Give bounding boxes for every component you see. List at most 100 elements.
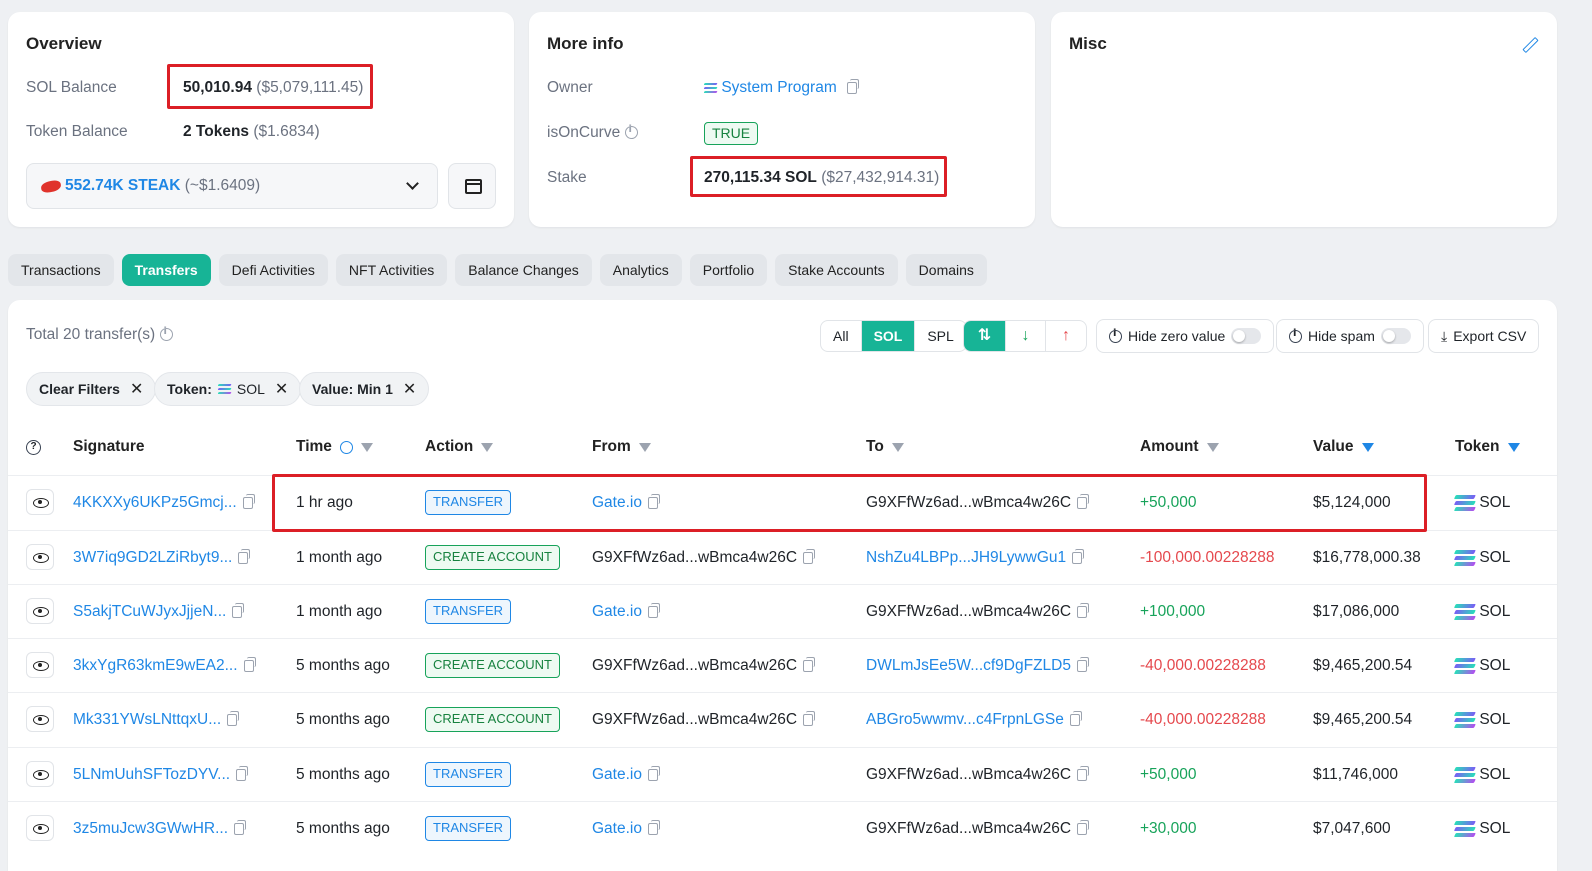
direction-in-button[interactable]: ↓ <box>1006 321 1046 351</box>
owner-value[interactable]: System Program <box>703 78 860 97</box>
hide-spam-switch[interactable] <box>1380 328 1411 344</box>
signature-link[interactable]: S5akjTCuWJyxJjjeN... <box>73 585 245 639</box>
eye-icon[interactable] <box>26 652 54 678</box>
filter-icon[interactable] <box>638 442 651 452</box>
from-cell[interactable]: G9XFfWz6ad...wBmca4w26C <box>592 639 816 693</box>
copy-icon[interactable] <box>1077 819 1090 835</box>
edit-pencil-icon[interactable] <box>1522 36 1539 54</box>
clear-filters-chip[interactable]: Clear Filters ✕ <box>26 372 157 406</box>
from-text[interactable]: G9XFfWz6ad...wBmca4w26C <box>592 711 797 728</box>
copy-icon[interactable] <box>803 656 816 672</box>
copy-icon[interactable] <box>1069 710 1082 726</box>
copy-icon[interactable] <box>647 819 660 835</box>
filter-icon[interactable] <box>481 442 494 452</box>
copy-icon[interactable] <box>1077 765 1090 781</box>
hide-zero-toggle[interactable]: Hide zero value <box>1096 319 1275 353</box>
direction-both-button[interactable]: ⇅ <box>964 321 1006 351</box>
tab-stake-accounts[interactable]: Stake Accounts <box>775 254 898 286</box>
filter-icon[interactable] <box>891 442 904 452</box>
tab-portfolio[interactable]: Portfolio <box>689 254 768 286</box>
copy-icon[interactable] <box>1077 602 1090 618</box>
clock-icon[interactable] <box>339 440 353 454</box>
tab-domains[interactable]: Domains <box>905 254 987 286</box>
tab-defi-activities[interactable]: Defi Activities <box>218 254 328 286</box>
to-text[interactable]: G9XFfWz6ad...wBmca4w26C <box>866 603 1071 620</box>
from-text[interactable]: G9XFfWz6ad...wBmca4w26C <box>592 657 797 674</box>
signature-text[interactable]: Mk331YWsLNttqxU... <box>73 711 221 728</box>
signature-text[interactable]: 5LNmUuhSFTozDYV... <box>73 766 230 783</box>
filter-sol[interactable]: SOL <box>861 321 916 351</box>
export-csv-button[interactable]: ⤓ Export CSV <box>1428 319 1540 353</box>
tab-transactions[interactable]: Transactions <box>8 254 114 286</box>
eye-icon[interactable] <box>26 815 54 841</box>
to-text[interactable]: G9XFfWz6ad...wBmca4w26C <box>866 766 1071 783</box>
signature-link[interactable]: 4KKXXy6UKPz5Gmcj... <box>73 476 255 530</box>
filter-spl[interactable]: SPL <box>915 321 965 351</box>
to-cell[interactable]: ABGro5wwmv...c4FrpnLGSe <box>866 693 1082 747</box>
tab-nft-activities[interactable]: NFT Activities <box>335 254 448 286</box>
filter-active-icon[interactable] <box>1507 442 1520 452</box>
filter-all[interactable]: All <box>821 321 862 351</box>
copy-icon[interactable] <box>234 819 247 835</box>
signature-text[interactable]: S5akjTCuWJyxJjjeN... <box>73 603 226 620</box>
from-cell[interactable]: G9XFfWz6ad...wBmca4w26C <box>592 693 816 747</box>
tab-analytics[interactable]: Analytics <box>599 254 682 286</box>
copy-icon[interactable] <box>803 710 816 726</box>
info-icon[interactable] <box>624 124 638 140</box>
eye-icon[interactable] <box>26 761 54 787</box>
to-text[interactable]: NshZu4LBPp...JH9LywwGu1 <box>866 549 1066 566</box>
wallet-button[interactable] <box>448 163 496 209</box>
from-cell[interactable]: Gate.io <box>592 802 660 856</box>
from-cell[interactable]: Gate.io <box>592 748 660 802</box>
eye-icon[interactable] <box>26 706 54 732</box>
copy-icon[interactable] <box>238 548 251 564</box>
signature-link[interactable]: 3kxYgR63kmE9wEA2... <box>73 639 256 693</box>
copy-icon[interactable] <box>236 765 249 781</box>
copy-icon[interactable] <box>243 656 256 672</box>
to-text[interactable]: DWLmJsEe5W...cf9DgFZLD5 <box>866 657 1071 674</box>
eye-icon[interactable] <box>26 544 54 570</box>
owner-link[interactable]: System Program <box>721 79 836 96</box>
tab-balance-changes[interactable]: Balance Changes <box>455 254 592 286</box>
signature-link[interactable]: Mk331YWsLNttqxU... <box>73 693 240 747</box>
signature-text[interactable]: 3W7iq9GD2LZiRbyt9... <box>73 549 232 566</box>
close-icon[interactable]: ✕ <box>403 379 416 399</box>
copy-icon[interactable] <box>647 602 660 618</box>
close-icon[interactable]: ✕ <box>275 379 288 399</box>
copy-icon[interactable] <box>232 602 245 618</box>
from-text[interactable]: G9XFfWz6ad...wBmca4w26C <box>592 549 797 566</box>
signature-link[interactable]: 3W7iq9GD2LZiRbyt9... <box>73 531 251 585</box>
copy-icon[interactable] <box>242 493 255 509</box>
filter-active-icon[interactable] <box>1361 442 1374 452</box>
copy-icon[interactable] <box>647 765 660 781</box>
help-icon[interactable]: ? <box>26 440 41 455</box>
token-select[interactable]: 552.74K STEAK (~$1.6409) <box>26 163 438 209</box>
to-cell[interactable]: G9XFfWz6ad...wBmca4w26C <box>866 748 1090 802</box>
signature-text[interactable]: 3z5muJcw3GWwHR... <box>73 820 228 837</box>
filter-icon[interactable] <box>1206 442 1219 452</box>
signature-link[interactable]: 3z5muJcw3GWwHR... <box>73 802 247 856</box>
to-cell[interactable]: G9XFfWz6ad...wBmca4w26C <box>866 802 1090 856</box>
to-cell[interactable]: G9XFfWz6ad...wBmca4w26C <box>866 585 1090 639</box>
from-text[interactable]: Gate.io <box>592 766 642 783</box>
filter-icon[interactable] <box>360 442 373 452</box>
to-cell[interactable]: NshZu4LBPp...JH9LywwGu1 <box>866 531 1085 585</box>
eye-icon[interactable] <box>26 598 54 624</box>
copy-icon[interactable] <box>803 548 816 564</box>
direction-out-button[interactable]: ↑ <box>1046 321 1086 351</box>
copy-icon[interactable] <box>227 710 240 726</box>
signature-text[interactable]: 4KKXXy6UKPz5Gmcj... <box>73 494 237 511</box>
to-text[interactable]: ABGro5wwmv...c4FrpnLGSe <box>866 711 1064 728</box>
from-cell[interactable]: G9XFfWz6ad...wBmca4w26C <box>592 531 816 585</box>
hide-spam-toggle[interactable]: Hide spam <box>1276 319 1424 353</box>
eye-icon[interactable] <box>26 489 54 515</box>
to-text[interactable]: G9XFfWz6ad...wBmca4w26C <box>866 820 1071 837</box>
copy-icon[interactable] <box>847 78 860 94</box>
close-icon[interactable]: ✕ <box>130 379 143 399</box>
from-text[interactable]: Gate.io <box>592 820 642 837</box>
from-text[interactable]: Gate.io <box>592 603 642 620</box>
info-icon[interactable] <box>159 326 173 342</box>
from-cell[interactable]: Gate.io <box>592 585 660 639</box>
signature-link[interactable]: 5LNmUuhSFTozDYV... <box>73 748 249 802</box>
hide-zero-switch[interactable] <box>1231 328 1262 344</box>
